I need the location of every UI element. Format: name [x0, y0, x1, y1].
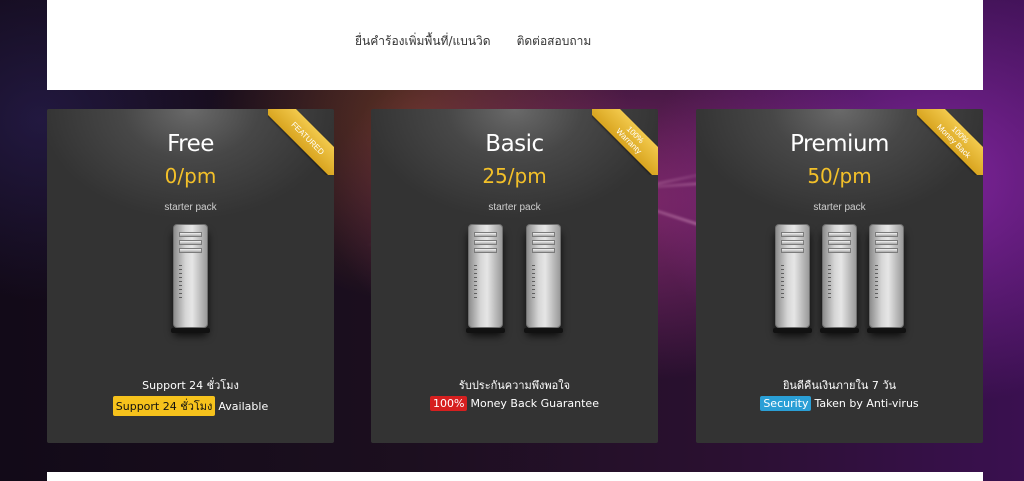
plan-feature-line: ยินดีคืนเงินภายใน 7 วัน: [782, 379, 897, 392]
server-tower-icon: [867, 224, 906, 333]
plan-price: 50/pm: [807, 164, 872, 188]
feature-badge-text: Available: [218, 400, 269, 413]
server-tower-icon: [171, 224, 210, 333]
plan-feature-badge-line: Support 24 ชั่วโมง Available: [47, 396, 334, 416]
plan-card-premium[interactable]: 100% Money Back Premium 50/pm starter pa…: [696, 109, 983, 443]
footer-strip: [47, 472, 983, 481]
plan-price: 25/pm: [482, 164, 547, 188]
feature-badge: Support 24 ชั่วโมง: [112, 396, 216, 416]
nav-link-request-bandwidth[interactable]: ยื่นคำร้องเพิ่มพื้นที่/แบนวิด: [355, 32, 491, 51]
plan-card-free[interactable]: FEATURED Free 0/pm starter pack Support …: [47, 109, 334, 443]
plan-subtitle: starter pack: [488, 202, 541, 213]
nav-link-contact[interactable]: ติดต่อสอบถาม: [517, 32, 592, 51]
server-tower-icon: [820, 224, 859, 333]
main-nav: ยื่นคำร้องเพิ่มพื้นที่/แบนวิด ติดต่อสอบถ…: [355, 32, 591, 51]
server-tower-icon: [466, 224, 505, 333]
server-group: [696, 224, 983, 336]
feature-badge: 100%: [430, 396, 468, 411]
plan-name: Free: [167, 131, 214, 157]
feature-badge-text: Money Back Guarantee: [470, 397, 599, 410]
plan-name: Premium: [790, 131, 889, 157]
server-tower-icon: [524, 224, 563, 333]
server-group: [371, 224, 658, 336]
server-tower-icon: [773, 224, 812, 333]
plan-subtitle: starter pack: [164, 202, 217, 213]
plan-feature-badge-line: Security Taken by Anti-virus: [696, 396, 983, 411]
feature-badge-text: Taken by Anti-virus: [814, 397, 919, 410]
feature-badge: Security: [760, 396, 812, 411]
plan-card-basic[interactable]: 100% Warranty Basic 25/pm starter pack ร…: [371, 109, 658, 443]
plan-feature-line: Support 24 ชั่วโมง: [142, 379, 239, 392]
plan-name: Basic: [485, 131, 544, 157]
server-group: [47, 224, 334, 336]
plan-subtitle: starter pack: [813, 202, 866, 213]
plan-feature-line: รับประกันความพึงพอใจ: [458, 379, 571, 392]
plan-feature-badge-line: 100% Money Back Guarantee: [371, 396, 658, 411]
site-header: ยื่นคำร้องเพิ่มพื้นที่/แบนวิด ติดต่อสอบถ…: [47, 0, 983, 90]
plan-price: 0/pm: [164, 164, 217, 188]
